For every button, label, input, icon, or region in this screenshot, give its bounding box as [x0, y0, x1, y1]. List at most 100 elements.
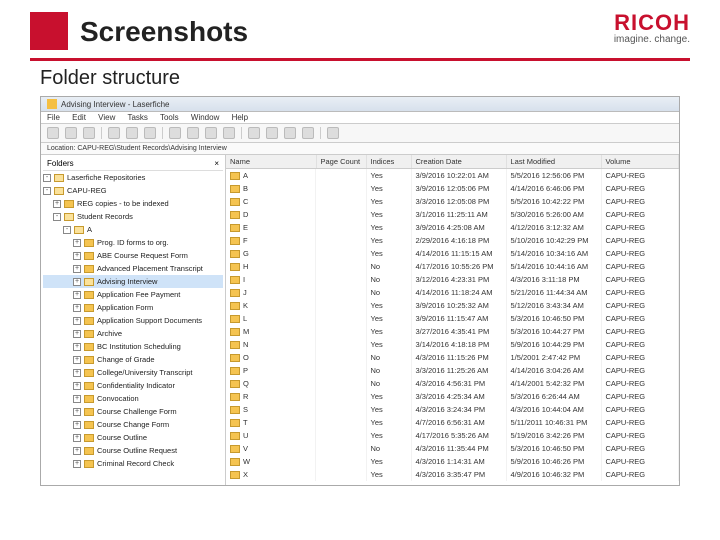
col-creation[interactable]: Creation Date [411, 155, 506, 169]
table-row[interactable]: VNo4/3/2016 11:35:44 PM5/3/2016 10:46:50… [226, 442, 679, 455]
tree-item[interactable]: +Change of Grade [43, 353, 223, 366]
toolbar-attach-icon[interactable] [248, 127, 260, 139]
table-row[interactable]: UYes4/17/2016 5:35:26 AM5/19/2016 3:42:2… [226, 429, 679, 442]
tree-item[interactable]: +ABE Course Request Form [43, 249, 223, 262]
toolbar-new-icon[interactable] [108, 127, 120, 139]
table-row[interactable]: RYes3/3/2016 4:25:34 AM5/3/2016 6:26:44 … [226, 390, 679, 403]
tree-item[interactable]: +BC Institution Scheduling [43, 340, 223, 353]
tree-item[interactable]: +Application Support Documents [43, 314, 223, 327]
toolbar-edit-icon[interactable] [187, 127, 199, 139]
collapse-icon[interactable]: - [43, 174, 51, 182]
expand-icon[interactable]: + [73, 330, 81, 338]
toolbar-download-icon[interactable] [223, 127, 235, 139]
col-pagecount[interactable]: Page Count [316, 155, 366, 169]
table-row[interactable]: MYes3/27/2016 4:35:41 PM5/3/2016 10:44:2… [226, 325, 679, 338]
table-row[interactable]: GYes4/14/2016 11:15:15 AM5/14/2016 10:34… [226, 247, 679, 260]
table-row[interactable]: HNo4/17/2016 10:55:26 PM5/14/2016 10:44:… [226, 260, 679, 273]
table-row[interactable]: XYes4/3/2016 3:35:47 PM4/9/2016 10:46:32… [226, 468, 679, 481]
tree-item[interactable]: +Archive [43, 327, 223, 340]
toolbar-open-icon[interactable] [47, 127, 59, 139]
expand-icon[interactable]: + [73, 265, 81, 273]
menu-tools[interactable]: Tools [160, 113, 179, 122]
tree-item[interactable]: +Course Change Form [43, 418, 223, 431]
toolbar-copy-icon[interactable] [144, 127, 156, 139]
col-volume[interactable]: Volume [601, 155, 679, 169]
col-modified[interactable]: Last Modified [506, 155, 601, 169]
table-row[interactable]: CYes3/3/2016 12:05:08 PM5/5/2016 10:42:2… [226, 195, 679, 208]
expand-icon[interactable]: + [73, 291, 81, 299]
toolbar-camera-icon[interactable] [205, 127, 217, 139]
menu-file[interactable]: File [47, 113, 60, 122]
table-row[interactable]: LYes3/9/2016 11:15:47 AM5/3/2016 10:46:5… [226, 312, 679, 325]
menu-tasks[interactable]: Tasks [127, 113, 147, 122]
tree-item[interactable]: +Course Outline [43, 431, 223, 444]
expand-icon[interactable]: + [73, 304, 81, 312]
toolbar-cut-icon[interactable] [126, 127, 138, 139]
expand-icon[interactable]: + [73, 447, 81, 455]
expand-icon[interactable]: + [73, 356, 81, 364]
window-titlebar[interactable]: Advising Interview - Laserfiche [41, 97, 679, 112]
tree-item[interactable]: +Confidentiality Indicator [43, 379, 223, 392]
col-indices[interactable]: Indices [366, 155, 411, 169]
toolbar-help-icon[interactable] [327, 127, 339, 139]
table-row[interactable]: QNo4/3/2016 4:56:31 PM4/14/2001 5:42:32 … [226, 377, 679, 390]
table-row[interactable]: BYes3/9/2016 12:05:06 PM4/14/2016 6:46:0… [226, 182, 679, 195]
expand-icon[interactable]: + [73, 395, 81, 403]
toolbar-grid-icon[interactable] [302, 127, 314, 139]
table-row[interactable]: AYes3/9/2016 10:22:01 AM5/5/2016 12:56:0… [226, 169, 679, 183]
table-row[interactable]: WYes4/3/2016 1:14:31 AM5/9/2016 10:46:26… [226, 455, 679, 468]
tree-item[interactable]: -A [43, 223, 223, 236]
expand-icon[interactable]: + [73, 460, 81, 468]
table-row[interactable]: NYes3/14/2016 4:18:18 PM5/9/2016 10:44:2… [226, 338, 679, 351]
table-row[interactable]: SYes4/3/2016 3:24:34 PM4/3/2016 10:44:04… [226, 403, 679, 416]
toolbar-search-icon[interactable] [65, 127, 77, 139]
expand-icon[interactable]: + [73, 408, 81, 416]
tree-item[interactable]: +Application Fee Payment [43, 288, 223, 301]
tree-item[interactable]: +Prog. ID forms to org. [43, 236, 223, 249]
table-row[interactable]: TYes4/7/2016 6:56:31 AM5/11/2011 10:46:3… [226, 416, 679, 429]
table-row[interactable]: DYes3/1/2016 11:25:11 AM5/30/2016 5:26:0… [226, 208, 679, 221]
col-name[interactable]: Name [226, 155, 316, 169]
tree-item[interactable]: +Criminal Record Check [43, 457, 223, 470]
table-row[interactable]: PNo3/3/2016 11:25:26 AM4/14/2016 3:04:26… [226, 364, 679, 377]
expand-icon[interactable]: + [73, 421, 81, 429]
toolbar-list-icon[interactable] [266, 127, 278, 139]
collapse-icon[interactable]: - [43, 187, 51, 195]
table-row[interactable]: KYes3/9/2016 10:25:32 AM5/12/2016 3:43:3… [226, 299, 679, 312]
tree-item[interactable]: +Course Outline Request [43, 444, 223, 457]
tree-item[interactable]: +Course Challenge Form [43, 405, 223, 418]
menu-help[interactable]: Help [232, 113, 248, 122]
tree-item[interactable]: +Advanced Placement Transcript [43, 262, 223, 275]
breadcrumb[interactable]: Location: CAPU-REG\Student Records\Advis… [41, 143, 679, 155]
tree-item[interactable]: -CAPU-REG [43, 184, 223, 197]
menu-window[interactable]: Window [191, 113, 219, 122]
expand-icon[interactable]: + [73, 278, 81, 286]
tree-item[interactable]: +REG copies - to be indexed [43, 197, 223, 210]
expand-icon[interactable]: + [53, 200, 61, 208]
toolbar-print-icon[interactable] [169, 127, 181, 139]
tree-item[interactable]: +College/University Transcript [43, 366, 223, 379]
menu-edit[interactable]: Edit [72, 113, 86, 122]
tree-item[interactable]: -Laserfiche Repositories [43, 171, 223, 184]
close-icon[interactable]: × [214, 159, 219, 168]
tree-item[interactable]: +Convocation [43, 392, 223, 405]
expand-icon[interactable]: + [73, 369, 81, 377]
expand-icon[interactable]: + [73, 434, 81, 442]
expand-icon[interactable]: + [73, 382, 81, 390]
tree-item[interactable]: +Application Form [43, 301, 223, 314]
table-row[interactable]: FYes2/29/2016 4:16:18 PM5/10/2016 10:42:… [226, 234, 679, 247]
tree-item[interactable]: -Student Records [43, 210, 223, 223]
expand-icon[interactable]: + [73, 252, 81, 260]
toolbar-panel-icon[interactable] [284, 127, 296, 139]
expand-icon[interactable]: + [73, 343, 81, 351]
toolbar-refresh-icon[interactable] [83, 127, 95, 139]
collapse-icon[interactable]: - [63, 226, 71, 234]
table-row[interactable]: EYes3/9/2016 4:25:08 AM4/12/2016 3:12:32… [226, 221, 679, 234]
collapse-icon[interactable]: - [53, 213, 61, 221]
menu-view[interactable]: View [98, 113, 115, 122]
table-row[interactable]: JNo4/14/2016 11:18:24 AM5/21/2016 11:44:… [226, 286, 679, 299]
tree-item[interactable]: +Advising Interview [43, 275, 223, 288]
expand-icon[interactable]: + [73, 317, 81, 325]
expand-icon[interactable]: + [73, 239, 81, 247]
table-row[interactable]: ONo4/3/2016 11:15:26 PM1/5/2001 2:47:42 … [226, 351, 679, 364]
